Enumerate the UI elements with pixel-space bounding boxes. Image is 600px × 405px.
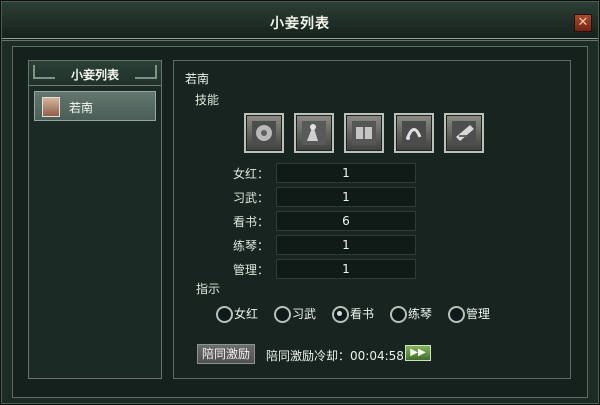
martial-icon[interactable] bbox=[294, 113, 334, 153]
radio-reading-label: 看书 bbox=[350, 307, 375, 321]
avatar bbox=[42, 97, 60, 117]
radio-reading[interactable] bbox=[332, 306, 349, 323]
instruction-radio-group: 女红 习武 看书 练琴 管理 bbox=[216, 305, 526, 325]
needlework-icon[interactable] bbox=[244, 113, 284, 153]
management-icon[interactable] bbox=[444, 113, 484, 153]
title-bar: 小妾列表 ✕ bbox=[2, 2, 598, 41]
accompany-button[interactable]: 陪同激励 bbox=[197, 344, 255, 364]
radio-music[interactable] bbox=[390, 306, 407, 323]
concubine-name: 若南 bbox=[69, 101, 94, 115]
radio-needlework[interactable] bbox=[216, 306, 233, 323]
close-icon[interactable]: ✕ bbox=[574, 14, 592, 32]
skip-forward-icon[interactable]: ▶▶ bbox=[405, 345, 431, 361]
radio-management[interactable] bbox=[448, 306, 465, 323]
window-title: 小妾列表 bbox=[270, 16, 330, 32]
radio-martial-label: 习武 bbox=[292, 307, 317, 321]
cooldown-timer: 陪同激励冷却：00:04:58 bbox=[266, 349, 404, 363]
concubine-detail-panel: 若南 技能 女红： 1 习武： 1 看书： 6 练琴： 1 管理： 1 指示 女… bbox=[173, 60, 571, 379]
concubine-list-window: 小妾列表 ✕ 小妾列表 若南 若南 技能 女红： 1 习武： 1 看书： 6 练… bbox=[0, 0, 600, 405]
concubine-list-title: 小妾列表 bbox=[70, 68, 119, 82]
stat-label-music: 练琴： bbox=[232, 239, 269, 253]
radio-music-label: 练琴 bbox=[408, 307, 433, 321]
skills-label: 技能 bbox=[195, 93, 220, 107]
stat-value-needlework: 1 bbox=[276, 163, 416, 183]
concubine-list-header: 小妾列表 bbox=[29, 61, 161, 86]
radio-management-label: 管理 bbox=[466, 307, 491, 321]
radio-martial[interactable] bbox=[274, 306, 291, 323]
stat-label-reading: 看书： bbox=[232, 215, 269, 229]
concubine-list-item[interactable]: 若南 bbox=[34, 91, 156, 121]
music-icon[interactable] bbox=[394, 113, 434, 153]
stat-value-reading: 6 bbox=[276, 211, 416, 231]
concubine-list-panel: 小妾列表 若南 bbox=[28, 60, 162, 379]
stat-value-martial: 1 bbox=[276, 187, 416, 207]
radio-needlework-label: 女红 bbox=[234, 307, 259, 321]
stat-value-management: 1 bbox=[276, 259, 416, 279]
stat-label-needlework: 女红： bbox=[232, 167, 269, 181]
reading-icon[interactable] bbox=[344, 113, 384, 153]
title-bar-divider bbox=[2, 38, 598, 39]
instruction-label: 指示 bbox=[196, 282, 221, 296]
stat-label-martial: 习武： bbox=[232, 191, 269, 205]
stat-label-management: 管理： bbox=[232, 263, 269, 277]
selected-concubine-name: 若南 bbox=[185, 72, 210, 86]
stat-value-music: 1 bbox=[276, 235, 416, 255]
